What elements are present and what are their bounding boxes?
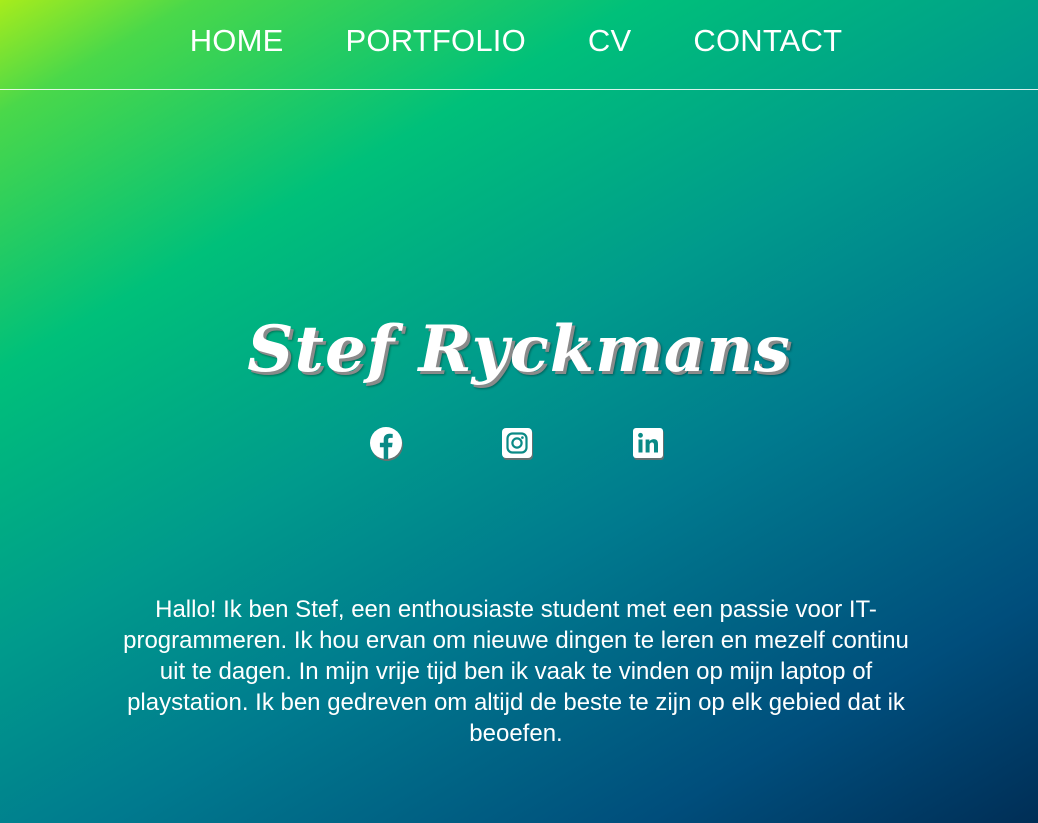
top-navigation: HOME PORTFOLIO CV CONTACT [0, 0, 1038, 90]
instagram-icon [502, 428, 532, 458]
nav-link-contact[interactable]: CONTACT [662, 23, 873, 58]
nav-link-cv[interactable]: CV [557, 23, 662, 58]
facebook-icon [370, 427, 402, 459]
linkedin-link[interactable] [631, 426, 665, 460]
nav-list: HOME PORTFOLIO CV CONTACT [0, 0, 1032, 82]
facebook-link[interactable] [369, 426, 403, 460]
nav-item-cv: CV [557, 23, 662, 59]
nav-item-contact: CONTACT [662, 23, 873, 59]
nav-item-portfolio: PORTFOLIO [315, 23, 557, 59]
nav-item-home: HOME [159, 23, 315, 59]
nav-link-portfolio[interactable]: PORTFOLIO [315, 23, 557, 58]
linkedin-icon [633, 428, 663, 458]
about-text: Hallo! Ik ben Stef, een enthousiaste stu… [123, 596, 909, 747]
social-links [0, 426, 1038, 462]
nav-link-home[interactable]: HOME [159, 23, 315, 58]
instagram-link[interactable] [500, 426, 534, 460]
hero-name: Stef Ryckmans [247, 312, 791, 387]
